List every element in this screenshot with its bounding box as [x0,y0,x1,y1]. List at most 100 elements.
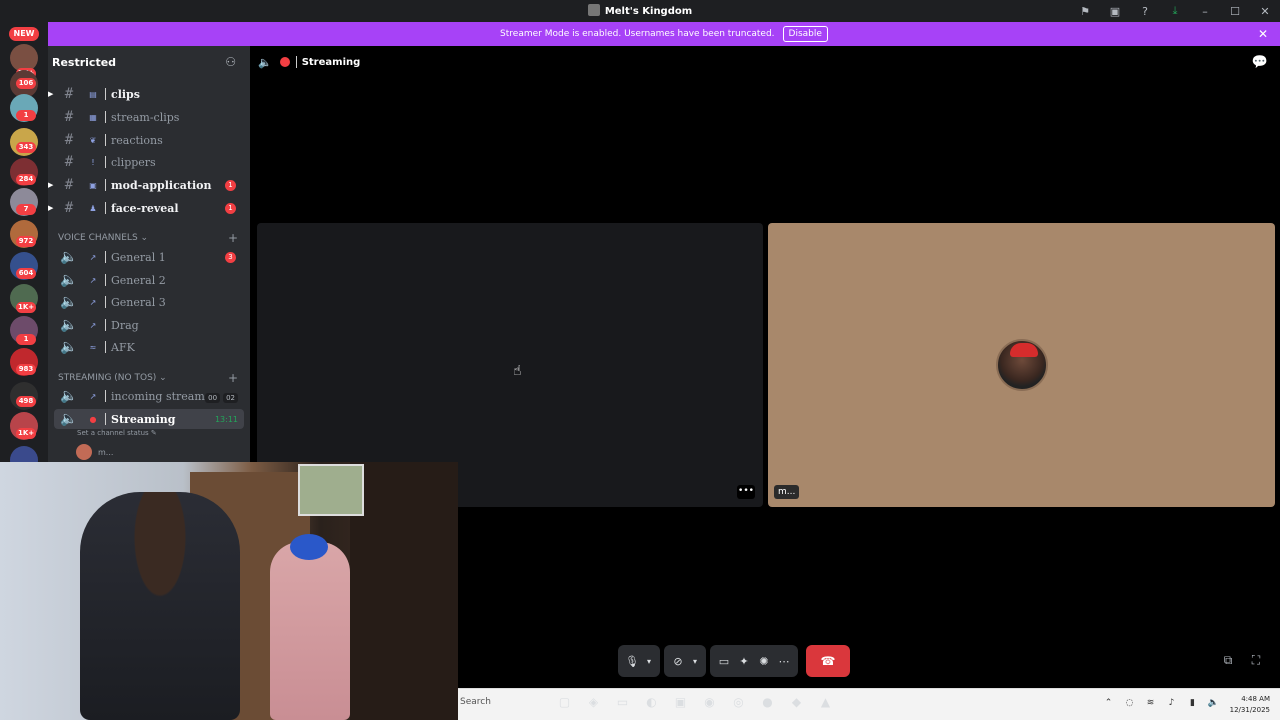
pin-icon[interactable]: ⚑ [1070,5,1100,18]
server-badge: 284 [16,174,36,185]
live-dot-icon: ● [89,414,97,424]
network-icon[interactable]: ◌ [1119,698,1140,708]
activity-controls: ▭ ✦ ✺ ⋯ [710,645,798,677]
close-window-icon[interactable]: ✕ [1250,5,1280,18]
minimize-icon[interactable]: – [1190,5,1220,18]
add-member-icon[interactable]: ⚇ [225,55,236,69]
taskbar-clock[interactable]: 4:48 AM 12/31/2025 [1230,694,1270,716]
speaker-icon: 🔈 [60,388,78,404]
soundboard-icon[interactable]: ✺ [754,655,774,668]
channel-emoji-icon: ↗ [89,320,97,330]
taskbar-search[interactable]: Search [460,697,491,707]
edge-icon[interactable]: ◐ [637,695,666,709]
clock-date: 12/31/2025 [1229,706,1270,714]
activities-icon[interactable]: ✦ [734,655,754,668]
channel-label: General 1 [111,250,166,264]
channel-label: Streaming [111,412,176,426]
microphone-icon[interactable]: 🎙 [622,655,642,668]
taskbar-apps: ▢ ◈ ▭ ◐ ▣ ◉ ◎ ● ◆ ▲ [550,695,840,709]
voice-channel-streaming[interactable]: 🔈 ● Streaming 13:11 [54,409,244,429]
call-controls: 🎙 ▾ ⊘ ▾ ▭ ✦ ✺ ⋯ ☎ [618,644,910,678]
server-header[interactable]: Restricted ⚇ [48,54,250,70]
voice-channel-drag[interactable]: 🔈 ↗ Drag [54,315,244,335]
create-channel-icon[interactable]: + [228,371,238,385]
channel-status[interactable]: Set a channel status ✎ [77,429,157,437]
call-channel-name: Streaming [301,56,361,68]
channel-face-reveal[interactable]: ▶ # ♟ face-reveal 1 [48,198,244,218]
mic-tray-icon[interactable]: ♪ [1161,698,1182,708]
webcam-person [80,492,240,720]
task-view-icon[interactable]: ▢ [550,695,579,709]
inbox-icon[interactable]: ▣ [1100,5,1130,18]
channel-reactions[interactable]: # ❦ reactions [54,130,244,150]
camera-control[interactable]: ⊘ ▾ [664,645,706,677]
channel-stream-clips[interactable]: # ▦ stream-clips [54,107,244,127]
voice-user[interactable]: m... [76,444,113,460]
window-title-text: Melt's Kingdom [604,6,693,17]
live-dot-icon [279,57,290,67]
fullscreen-icon[interactable]: ⛶ [1242,653,1270,668]
mention-badge: 1 [225,202,236,214]
chevron-up-icon[interactable]: ⌃ [1098,698,1119,708]
chevron-down-icon[interactable]: ▾ [688,657,702,666]
channel-label: General 3 [111,295,166,309]
server-icon[interactable] [10,446,38,462]
disable-button[interactable]: Disable [782,26,828,42]
hash-icon: # [64,109,74,125]
hash-icon: # [64,200,74,216]
streamer-mode-banner: Streamer Mode is enabled. Usernames have… [48,22,1280,46]
category-voice-channels[interactable]: VOICE CHANNELS ⌄ + [58,231,238,245]
user-count-pill: 00 [205,392,221,403]
server-badge: 1 [16,334,36,345]
copilot-icon[interactable]: ◈ [579,695,608,709]
disconnect-button[interactable]: ☎ [806,645,850,677]
taskbar: Search ▢ ◈ ▭ ◐ ▣ ◉ ◎ ● ◆ ▲ ⌃ ◌ ≋ ♪ ▮ 🔈 4… [458,688,1280,720]
screen-share-icon[interactable]: ▭ [714,655,734,668]
app-icon[interactable]: ◆ [782,695,811,709]
obs-icon[interactable]: ● [753,695,782,709]
mention-badge: 1 [225,179,236,191]
file-explorer-icon[interactable]: ▭ [608,695,637,709]
webcam-person [270,534,350,720]
maximize-icon[interactable]: ☐ [1220,5,1250,18]
close-banner-icon[interactable]: ✕ [1258,27,1268,41]
more-icon[interactable]: ⋯ [774,655,794,668]
battery-icon[interactable]: ▮ [1182,698,1203,708]
hash-icon: # [64,132,74,148]
voice-channel-general-3[interactable]: 🔈 ↗ General 3 [54,292,244,312]
wifi-icon[interactable]: ≋ [1140,698,1161,708]
channel-clips[interactable]: ▶ # ▤ clips [48,84,244,104]
app-icon[interactable]: ▲ [811,695,840,709]
channel-mod-application[interactable]: ▶ # ▣ mod-application 1 [48,175,244,195]
category-streaming[interactable]: STREAMING (NO TOS) ⌄ + [58,371,238,385]
server-badge: 7 [16,204,36,215]
chrome-icon[interactable]: ◎ [724,695,753,709]
channel-emoji-icon: ↗ [89,275,97,285]
voice-channel-incoming-stream[interactable]: 🔈 ↗ incoming stream 00 02 [54,386,244,406]
create-channel-icon[interactable]: + [228,231,238,245]
mic-control[interactable]: 🎙 ▾ [618,645,660,677]
voice-channel-general-1[interactable]: 🔈 ↗ General 1 3 [54,247,244,267]
channel-emoji-icon: ❦ [89,135,97,145]
new-pill[interactable]: NEW [9,27,39,41]
chat-icon[interactable]: 💬 [1252,55,1268,70]
volume-icon[interactable]: 🔈 [1203,698,1224,708]
download-icon[interactable]: ⤓ [1160,4,1190,18]
voice-channel-afk[interactable]: 🔈 ≈ AFK [54,337,244,357]
pop-out-icon[interactable]: ⧉ [1214,653,1242,668]
channel-label: reactions [111,133,163,147]
server-badge: 343 [16,142,36,153]
store-icon[interactable]: ▣ [666,695,695,709]
speaker-icon: 🔈 [60,339,78,355]
camera-off-icon[interactable]: ⊘ [668,655,688,668]
discord-icon[interactable]: ◉ [695,695,724,709]
chevron-down-icon[interactable]: ▾ [642,657,656,666]
more-options-button[interactable]: ••• [737,485,755,499]
channel-clippers[interactable]: #! clippers [54,152,244,172]
help-icon[interactable]: ? [1130,5,1160,18]
voice-channel-general-2[interactable]: 🔈 ↗ General 2 [54,270,244,290]
user-limit-pill: 02 [223,392,238,403]
hash-icon: # [64,86,74,102]
video-tile-participant[interactable]: m... [768,223,1275,507]
hash-icon: # [64,154,74,170]
